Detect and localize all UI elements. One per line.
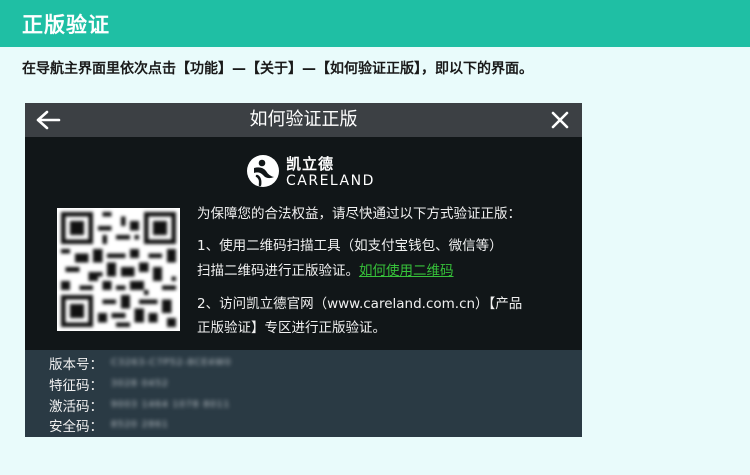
step1-text: 1、使用二维码扫描工具（如支付宝钱包、微信等）: [197, 238, 503, 254]
version-value: C3263-C7P52-8CE4W0: [111, 358, 232, 368]
logo-text-en: CARELAND: [286, 173, 375, 189]
activation-code-value: 9003 1464 1078 8011: [111, 400, 231, 410]
version-row: 版本号： C3263-C7P52-8CE4W0: [49, 353, 231, 373]
security-code-value: 8520 2861: [111, 420, 169, 430]
info-panel: 版本号： C3263-C7P52-8CE4W0 特征码： 3028 0452 激…: [25, 350, 582, 437]
dialog-titlebar: 如何验证正版: [25, 103, 582, 137]
qr-code: [57, 208, 180, 331]
logo-text-cn: 凯立德: [286, 155, 335, 173]
how-to-use-qr-link[interactable]: 如何使用二维码: [359, 263, 454, 279]
careland-logo: 凯立德 CARELAND: [246, 151, 386, 195]
dialog-title: 如何验证正版: [249, 109, 358, 130]
instruction-text: 在导航主界面里依次点击【功能】—【关于】—【如何验证正版】，即以下的界面。: [22, 61, 533, 77]
verify-dialog: 如何验证正版 凯立德 CARELAND 为保障您的合法权益，请尽快通过以下方式验…: [25, 103, 582, 437]
step1-line2-text: 扫描二维码进行正版验证。: [197, 263, 359, 279]
header-banner: 正版验证: [0, 0, 750, 47]
activation-code-row: 激活码： 9003 1464 1078 8011: [49, 395, 229, 415]
step1-line2: 扫描二维码进行正版验证。如何使用二维码: [197, 260, 454, 282]
feature-code-label: 特征码：: [49, 378, 103, 394]
step2-text: 2、访问凯立德官网（www.careland.com.cn）【产品: [197, 296, 523, 312]
intro-text: 为保障您的合法权益，请尽快通过以下方式验证正版：: [197, 206, 521, 222]
close-icon[interactable]: [550, 110, 570, 130]
security-code-row: 安全码： 8520 2861: [49, 415, 168, 435]
security-code-label: 安全码：: [49, 419, 103, 435]
page-title: 正版验证: [22, 13, 110, 37]
feature-code-value: 3028 0452: [111, 379, 169, 389]
careland-logo-icon: [246, 154, 280, 188]
feature-code-row: 特征码： 3028 0452: [49, 374, 168, 394]
version-label: 版本号：: [49, 357, 103, 373]
activation-code-label: 激活码：: [49, 399, 103, 415]
step2-line2: 正版验证】专区进行正版验证。: [197, 320, 386, 336]
